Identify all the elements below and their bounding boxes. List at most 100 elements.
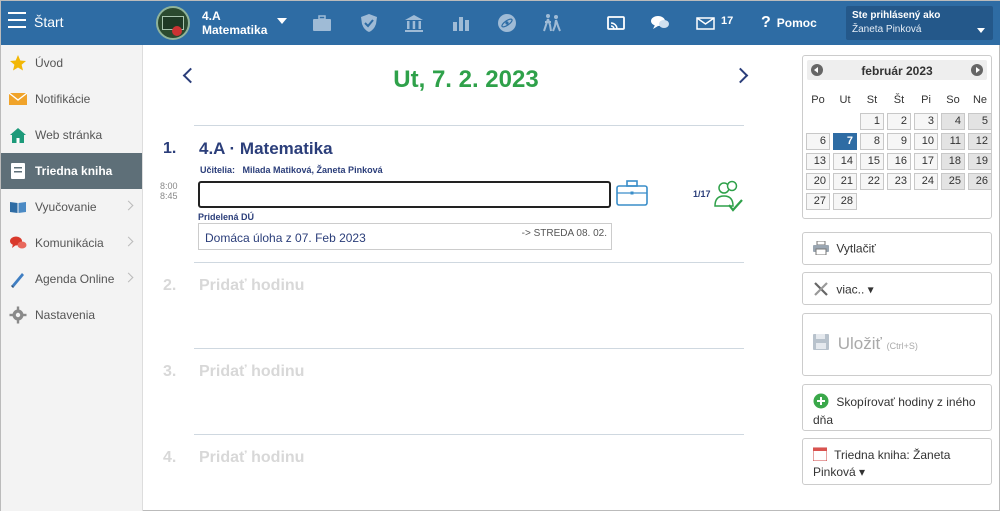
teachers-names: Milada Matiková, Žaneta Pinková xyxy=(242,165,383,175)
sidebar-item-uvod[interactable]: Úvod xyxy=(1,45,142,81)
add-lesson-link[interactable]: Pridať hodinu xyxy=(199,277,304,295)
help-label: Pomoc xyxy=(776,16,817,30)
sidebar-item-label: Notifikácie xyxy=(35,92,91,106)
calendar-day[interactable]: 12 xyxy=(968,133,992,150)
save-label: Uložiť xyxy=(837,334,882,353)
calendar-day[interactable]: 26 xyxy=(968,173,992,190)
calendar-day[interactable]: 24 xyxy=(914,173,938,190)
question-mark-icon: ? xyxy=(761,14,771,31)
briefcase-icon[interactable] xyxy=(311,12,333,34)
save-button[interactable]: Uložiť (Ctrl+S) xyxy=(802,313,992,376)
class-book-selector-button[interactable]: Triedna kniha: Žaneta Pinková ▾ xyxy=(802,438,992,485)
calendar-day[interactable]: 1 xyxy=(860,113,884,130)
start-link[interactable]: Štart xyxy=(34,14,64,30)
calendar-month-label: február 2023 xyxy=(861,64,933,78)
sidebar-item-label: Triedna kniha xyxy=(35,164,113,178)
homework-item[interactable]: Domáca úloha z 07. Feb 2023 -> STREDA 08… xyxy=(198,223,612,250)
calendar-next-month-icon[interactable] xyxy=(971,64,983,76)
next-day-arrow-icon[interactable] xyxy=(732,67,749,84)
user-name: Žaneta Pinková xyxy=(852,24,922,35)
save-shortcut: (Ctrl+S) xyxy=(886,341,918,351)
date-title: Ut, 7. 2. 2023 xyxy=(393,66,539,93)
calendar-day[interactable]: 18 xyxy=(941,153,965,170)
sidebar-item-notifikacie[interactable]: Notifikácie xyxy=(1,81,142,117)
shield-icon[interactable] xyxy=(358,12,380,34)
help-button[interactable]: ? Pomoc xyxy=(761,14,817,32)
copy-lessons-button[interactable]: Skopírovať hodiny z iného dňa xyxy=(802,384,992,431)
subject-name: Matematika xyxy=(202,23,268,37)
sidebar-item-nastavenia[interactable]: Nastavenia xyxy=(1,297,142,333)
lesson-time-end: 8:45 xyxy=(160,191,178,201)
sidebar-item-triedna-kniha[interactable]: Triedna kniha xyxy=(1,153,142,189)
calendar-day[interactable]: 19 xyxy=(968,153,992,170)
calendar-header: február 2023 xyxy=(807,60,987,80)
science-icon[interactable] xyxy=(496,12,518,34)
teachers-label: Učitelia: xyxy=(200,165,236,175)
calendar-day[interactable]: 11 xyxy=(941,133,965,150)
calendar-day[interactable]: 9 xyxy=(887,133,911,150)
sidebar-item-agenda-online[interactable]: Agenda Online xyxy=(1,261,142,297)
lesson-slot-number: 4. xyxy=(163,449,177,466)
sidebar-item-vyucovanie[interactable]: Vyučovanie xyxy=(1,189,142,225)
lesson-time-start: 8:00 xyxy=(160,181,178,191)
homework-text: Domáca úloha z 07. Feb 2023 xyxy=(205,231,366,245)
calendar-day[interactable]: 20 xyxy=(806,173,830,190)
calendar-day[interactable]: 10 xyxy=(914,133,938,150)
calendar-day[interactable]: 17 xyxy=(914,153,938,170)
cast-screen-icon[interactable] xyxy=(605,12,627,34)
add-lesson-link[interactable]: Pridať hodinu xyxy=(199,363,304,381)
calendar-day[interactable]: 3 xyxy=(914,113,938,130)
tools-icon xyxy=(813,281,829,300)
sidebar-item-komunikacia[interactable]: Komunikácia xyxy=(1,225,142,261)
homework-briefcase-icon[interactable] xyxy=(615,179,649,210)
sidebar-item-label: Nastavenia xyxy=(35,308,96,322)
star-icon xyxy=(9,54,27,72)
calendar-page-icon xyxy=(812,447,828,465)
calendar-day[interactable]: 7 xyxy=(833,133,857,150)
calendar-day[interactable]: 5 xyxy=(968,113,992,130)
bar-chart-icon[interactable] xyxy=(450,12,472,34)
calendar-weekday: Ne xyxy=(972,94,988,106)
attendance-people-check-icon[interactable] xyxy=(713,179,745,216)
calendar-day[interactable]: 2 xyxy=(887,113,911,130)
lesson-number: 1. xyxy=(163,140,177,157)
institution-icon[interactable] xyxy=(403,12,425,34)
calendar-weekday: Po xyxy=(811,94,825,106)
class-avatar[interactable] xyxy=(156,6,190,40)
message-count-badge: 17 xyxy=(721,15,734,27)
calendar-day[interactable]: 28 xyxy=(833,193,857,210)
chevron-right-icon xyxy=(123,200,134,211)
calendar-day[interactable]: 15 xyxy=(860,153,884,170)
sidebar-item-label: Vyučovanie xyxy=(35,200,97,214)
calendar-weekday: Pi xyxy=(921,94,931,106)
calendar-day[interactable]: 4 xyxy=(941,113,965,130)
calendar-day[interactable]: 27 xyxy=(806,193,830,210)
print-button[interactable]: Vytlačiť xyxy=(802,232,992,265)
calendar-day[interactable]: 21 xyxy=(833,173,857,190)
calendar-day[interactable]: 16 xyxy=(887,153,911,170)
class-selector[interactable]: 4.A Matematika xyxy=(202,9,267,37)
chevron-right-icon xyxy=(123,236,134,247)
more-button[interactable]: viac.. ▾ xyxy=(802,272,992,305)
calendar-day[interactable]: 22 xyxy=(860,173,884,190)
lesson-topic-input[interactable] xyxy=(198,181,611,208)
class-dropdown-caret-icon[interactable] xyxy=(277,18,287,24)
calendar-weekday: So xyxy=(946,94,960,106)
user-menu[interactable]: Ste prihlásený ako Žaneta Pinková xyxy=(846,6,993,40)
sidebar-item-web-stranka[interactable]: Web stránka xyxy=(1,117,142,153)
calendar-day[interactable]: 25 xyxy=(941,173,965,190)
sidebar-item-label: Agenda Online xyxy=(35,272,115,286)
chat-bubbles-icon[interactable] xyxy=(649,12,671,34)
add-lesson-link[interactable]: Pridať hodinu xyxy=(199,449,304,467)
calendar-day[interactable]: 6 xyxy=(806,133,830,150)
previous-day-arrow-icon[interactable] xyxy=(182,67,199,84)
lesson-slot-number: 3. xyxy=(163,363,177,380)
messages-icon[interactable] xyxy=(695,12,717,34)
lesson-title[interactable]: 4.A · Matematika xyxy=(199,139,333,159)
hamburger-menu-icon[interactable] xyxy=(8,12,26,28)
walking-people-icon[interactable] xyxy=(541,12,563,34)
calendar-day[interactable]: 14 xyxy=(833,153,857,170)
calendar-day[interactable]: 23 xyxy=(887,173,911,190)
calendar-day[interactable]: 13 xyxy=(806,153,830,170)
calendar-day[interactable]: 8 xyxy=(860,133,884,150)
